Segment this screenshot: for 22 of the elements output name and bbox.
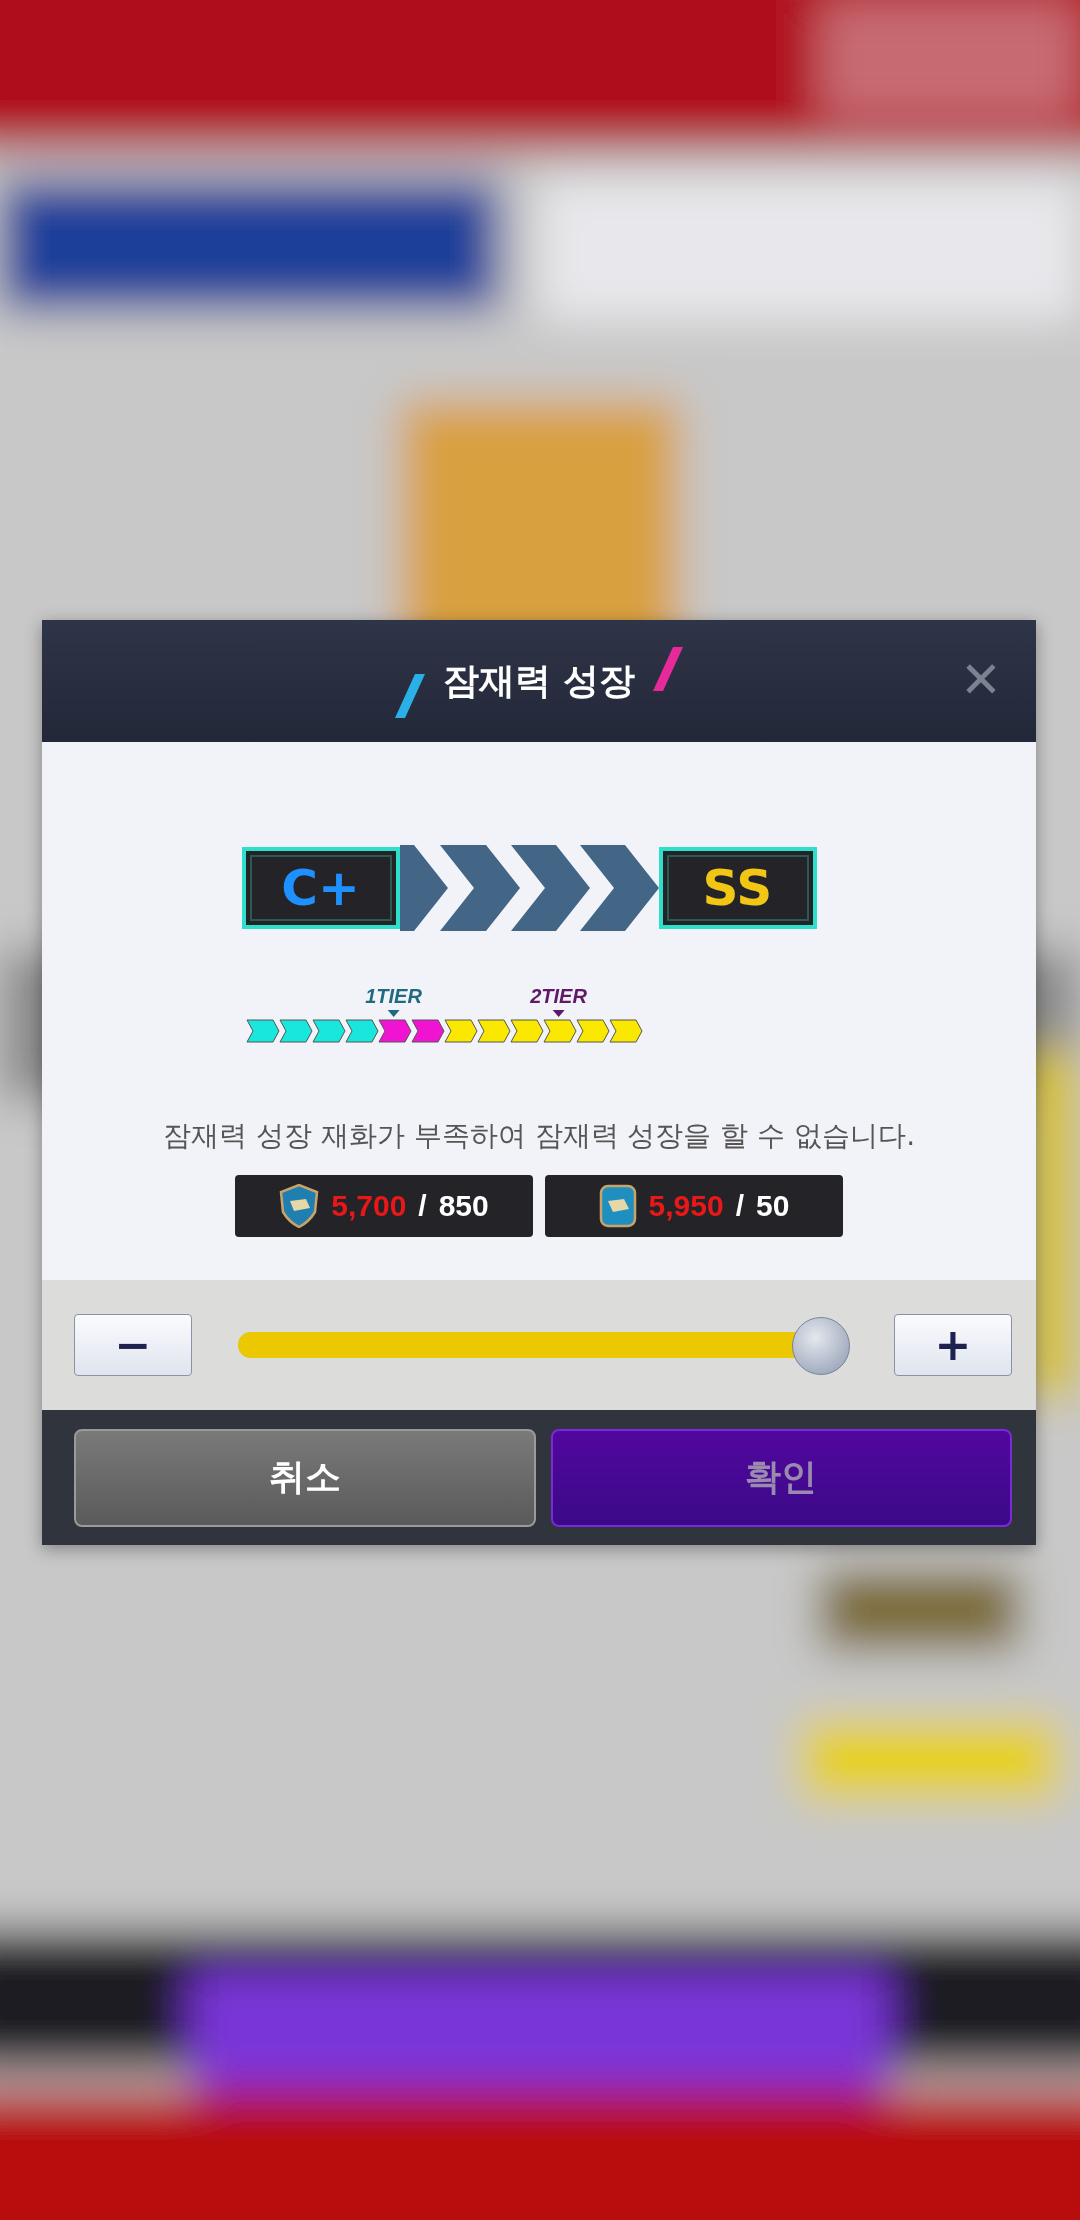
minus-button[interactable]: − xyxy=(74,1314,192,1376)
dialog-title: 잠재력 성장 xyxy=(442,658,636,703)
grade-label: SS xyxy=(702,859,773,917)
separator-text: / xyxy=(418,1189,427,1223)
tier-label: 2TIER xyxy=(530,984,587,1009)
owned-amount: 5,700 xyxy=(331,1189,407,1223)
separator-text: / xyxy=(735,1189,744,1223)
slash-icon xyxy=(653,647,684,691)
grade-label: C+ xyxy=(281,859,360,917)
required-amount: 50 xyxy=(756,1189,790,1223)
slash-icon xyxy=(394,674,425,718)
plus-button[interactable]: + xyxy=(894,1314,1012,1376)
marker-icon xyxy=(387,1010,400,1017)
required-amount: 850 xyxy=(438,1189,489,1223)
close-button[interactable]: ✕ xyxy=(954,652,1008,708)
shield-icon xyxy=(279,1184,320,1228)
owned-amount: 5,950 xyxy=(648,1189,724,1223)
token-icon xyxy=(598,1184,637,1228)
marker-icon xyxy=(552,1010,565,1017)
message-text: 잠재력 성장 재화가 부족하여 잠재력 성장을 할 수 없습니다. xyxy=(162,1118,916,1154)
cancel-button[interactable]: 취소 xyxy=(74,1428,536,1527)
tier-label: 1TIER xyxy=(365,984,422,1009)
